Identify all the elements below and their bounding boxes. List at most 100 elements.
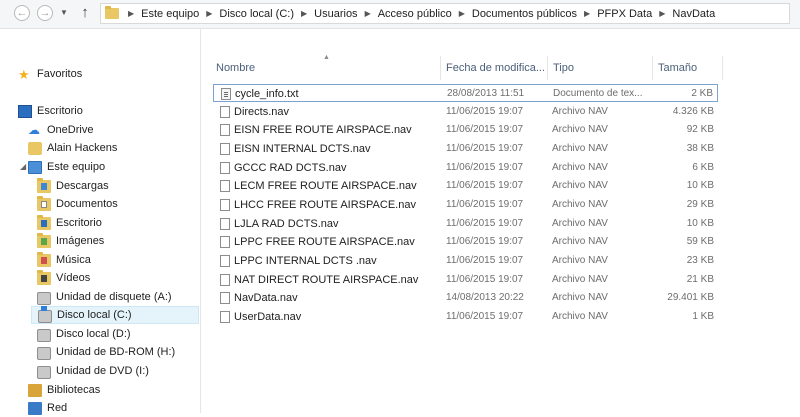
back-arrow-icon[interactable]: ← xyxy=(14,5,30,21)
sidebar-item-desktop-folder[interactable]: Escritorio xyxy=(37,214,102,232)
file-size: 1 KB xyxy=(692,310,714,322)
sidebar-item-label: Red xyxy=(47,402,68,414)
breadcrumb-item[interactable]: Usuarios xyxy=(312,8,359,20)
file-icon xyxy=(220,236,230,249)
file-name: EISN INTERNAL DCTS.nav xyxy=(234,142,371,155)
sidebar-item-libraries[interactable]: Bibliotecas xyxy=(28,381,100,399)
sidebar-item-pictures[interactable]: Imágenes xyxy=(37,232,104,250)
file-type: Archivo NAV xyxy=(552,142,608,154)
sidebar-item-label: Escritorio xyxy=(37,105,83,117)
file-row[interactable]: LJLA RAD DCTS.nav 11/06/2015 19:07 Archivo… xyxy=(213,215,718,233)
star-icon: ★ xyxy=(18,66,30,82)
file-icon xyxy=(220,217,230,230)
breadcrumb-item[interactable]: Este equipo xyxy=(139,8,201,20)
column-divider[interactable] xyxy=(547,56,548,80)
sidebar-item-disk-c[interactable]: Disco local (C:) xyxy=(31,306,199,324)
column-header-name[interactable]: Nombre xyxy=(216,62,255,78)
file-row[interactable]: LECM FREE ROUTE AIRSPACE.nav 11/06/2015 1… xyxy=(213,177,718,195)
address-bar[interactable]: ▶ Este equipo ▶ Disco local (C:) ▶ Usuar… xyxy=(100,3,790,24)
file-row[interactable]: Directs.nav 11/06/2015 19:07 Archivo NAV 4.… xyxy=(213,103,718,121)
floppy-drive-icon xyxy=(37,292,51,305)
file-row[interactable]: NAT DIRECT ROUTE AIRSPACE.nav 11/06/2015 … xyxy=(213,271,718,289)
column-divider[interactable] xyxy=(652,56,653,80)
sort-ascending-icon: ▲ xyxy=(323,54,330,61)
chevron-right-icon[interactable]: ▶ xyxy=(360,9,376,18)
breadcrumb-item[interactable]: Documentos públicos xyxy=(470,8,579,20)
chevron-right-icon[interactable]: ▶ xyxy=(201,9,217,18)
file-name: NAT DIRECT ROUTE AIRSPACE.nav xyxy=(234,273,419,286)
file-size: 59 KB xyxy=(686,236,714,248)
file-date: 14/08/2013 20:22 xyxy=(446,292,524,304)
file-row[interactable]: LPPC INTERNAL DCTS .nav 11/06/2015 19:07 A… xyxy=(213,252,718,270)
breadcrumb-item-current[interactable]: NavData xyxy=(670,8,717,20)
file-row[interactable]: EISN INTERNAL DCTS.nav 11/06/2015 19:07 Ar… xyxy=(213,140,718,158)
file-size: 2 KB xyxy=(691,88,713,99)
column-divider[interactable] xyxy=(722,56,723,80)
file-name: Directs.nav xyxy=(234,105,290,118)
file-icon xyxy=(220,254,230,267)
file-row[interactable]: NavData.nav 14/08/2013 20:22 Archivo NAV 29… xyxy=(213,289,718,307)
sidebar-item-floppy[interactable]: Unidad de disquete (A:) xyxy=(37,288,172,306)
breadcrumb-item[interactable]: Disco local (C:) xyxy=(217,8,296,20)
chevron-right-icon[interactable]: ▶ xyxy=(654,9,670,18)
chevron-right-icon[interactable]: ▶ xyxy=(296,9,312,18)
dvd-drive-icon xyxy=(37,366,51,379)
sidebar-item-label: Unidad de disquete (A:) xyxy=(56,291,172,303)
sidebar-item-label: OneDrive xyxy=(47,124,94,136)
file-name: LJLA RAD DCTS.nav xyxy=(234,217,339,230)
file-row[interactable]: EISN FREE ROUTE AIRSPACE.nav 11/06/2015 1… xyxy=(213,121,718,139)
column-header-date[interactable]: Fecha de modifica... xyxy=(446,62,545,78)
sidebar-item-favorites[interactable]: ★ Favoritos xyxy=(18,65,82,83)
file-name: LECM FREE ROUTE AIRSPACE.nav xyxy=(234,180,417,193)
cloud-icon: ☁ xyxy=(28,122,40,137)
sidebar-item-disk-d[interactable]: Disco local (D:) xyxy=(37,325,131,343)
file-name: LPPC INTERNAL DCTS .nav xyxy=(234,254,377,267)
forward-arrow-icon[interactable]: → xyxy=(37,5,53,21)
breadcrumb: ▶ Este equipo ▶ Disco local (C:) ▶ Usuar… xyxy=(123,4,717,23)
chevron-down-icon[interactable]: ▼ xyxy=(59,8,69,18)
file-type: Archivo NAV xyxy=(552,273,608,285)
file-icon xyxy=(220,310,230,323)
chevron-down-icon[interactable]: ◢ xyxy=(20,162,26,171)
file-size: 10 KB xyxy=(686,180,714,192)
chevron-right-icon[interactable]: ▶ xyxy=(454,9,470,18)
sidebar-item-label: Disco local (C:) xyxy=(57,309,132,321)
sidebar-item-label: Unidad de BD-ROM (H:) xyxy=(56,346,176,358)
column-divider[interactable] xyxy=(440,56,441,80)
column-header-type[interactable]: Tipo xyxy=(553,62,574,78)
file-type: Archivo NAV xyxy=(552,105,608,117)
file-icon xyxy=(220,161,230,174)
sidebar-item-network[interactable]: Red xyxy=(28,399,67,417)
sidebar-item-music[interactable]: Música xyxy=(37,251,91,269)
file-row[interactable]: cycle_info.txt 28/08/2013 11:51 Documento … xyxy=(213,84,718,102)
file-row[interactable]: GCCC RAD DCTS.nav 11/06/2015 19:07 Archivo… xyxy=(213,159,718,177)
sidebar-item-this-pc[interactable]: Este equipo xyxy=(28,158,105,176)
file-date: 11/06/2015 19:07 xyxy=(446,124,524,136)
computer-icon xyxy=(28,160,42,174)
music-folder-icon xyxy=(37,251,51,267)
sidebar-item-desktop[interactable]: Escritorio xyxy=(18,102,83,120)
sidebar-item-label: Unidad de DVD (I:) xyxy=(56,365,149,377)
user-folder-icon xyxy=(28,141,42,155)
file-row[interactable]: UserData.nav 11/06/2015 19:07 Archivo NAV 1… xyxy=(213,308,718,326)
sidebar-item-user[interactable]: Alain Hackens xyxy=(28,139,117,157)
file-date: 11/06/2015 19:07 xyxy=(446,142,524,154)
file-row[interactable]: LPPC FREE ROUTE AIRSPACE.nav 11/06/2015 1… xyxy=(213,233,718,251)
folder-icon xyxy=(105,6,119,19)
sidebar-item-downloads[interactable]: Descargas xyxy=(37,177,109,195)
sidebar-item-bd-rom[interactable]: Unidad de BD-ROM (H:) xyxy=(37,343,175,361)
sidebar-item-dvd[interactable]: Unidad de DVD (I:) xyxy=(37,362,149,380)
sidebar-item-videos[interactable]: Vídeos xyxy=(37,269,90,287)
file-name: GCCC RAD DCTS.nav xyxy=(234,161,347,174)
file-row[interactable]: LHCC FREE ROUTE AIRSPACE.nav 11/06/2015 1… xyxy=(213,196,718,214)
file-date: 28/08/2013 11:51 xyxy=(447,88,525,99)
up-arrow-icon[interactable]: ↑ xyxy=(77,5,93,21)
chevron-right-icon[interactable]: ▶ xyxy=(579,9,595,18)
chevron-right-icon[interactable]: ▶ xyxy=(123,9,139,18)
column-header-size[interactable]: Tamaño xyxy=(658,62,697,78)
breadcrumb-item[interactable]: Acceso público xyxy=(376,8,454,20)
sidebar-item-onedrive[interactable]: ☁ OneDrive xyxy=(28,121,93,139)
breadcrumb-item[interactable]: PFPX Data xyxy=(595,8,654,20)
file-icon xyxy=(220,273,230,286)
sidebar-item-documents[interactable]: Documentos xyxy=(37,195,118,213)
